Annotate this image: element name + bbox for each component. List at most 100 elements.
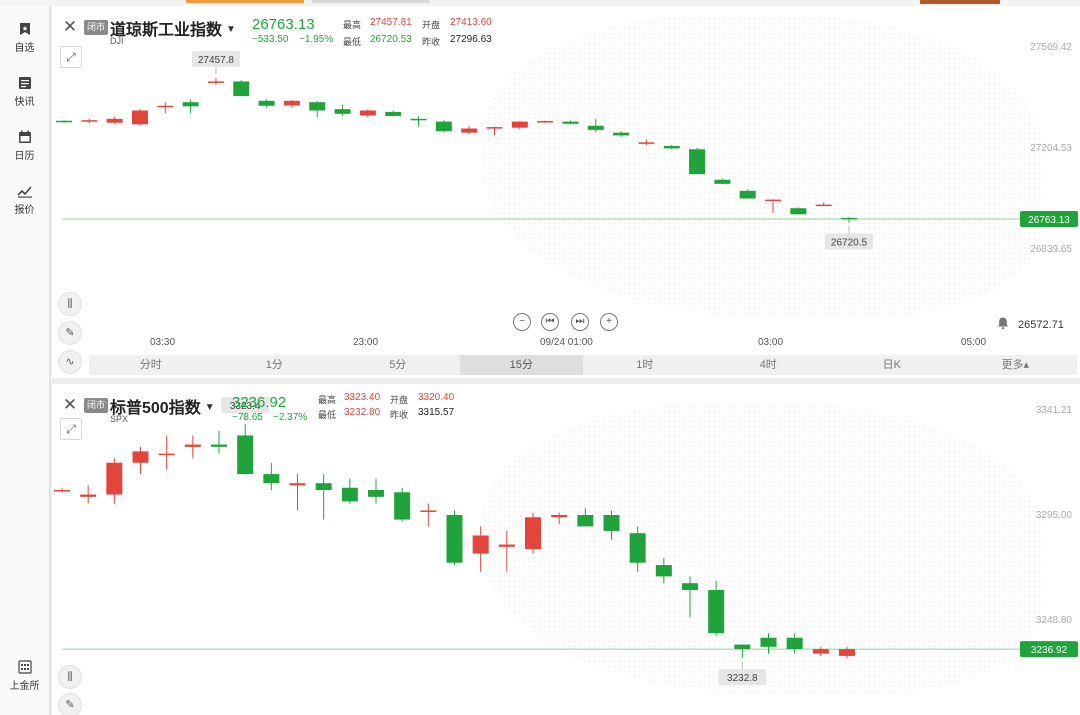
sidebar-item-quotes[interactable]: 报价 bbox=[0, 184, 49, 216]
candle bbox=[80, 485, 97, 504]
last-price: 26763.13 bbox=[252, 16, 315, 33]
expand-icon: ⤢ bbox=[66, 50, 76, 64]
scroll-end-button[interactable]: ⏭ bbox=[571, 313, 589, 331]
index-code: SPX bbox=[110, 414, 129, 424]
min-price-callout: 26720.5 bbox=[825, 233, 873, 250]
tab-1h[interactable]: 1时 bbox=[583, 355, 707, 375]
candle bbox=[289, 474, 306, 511]
period-tabs: 分时 1分 5分 15分 1时 4时 日K 更多▴ bbox=[89, 355, 1077, 375]
index-selector[interactable]: 道琼斯工业指数 ▼ bbox=[110, 16, 236, 40]
tab-4h[interactable]: 4时 bbox=[707, 355, 831, 375]
expand-chart-button[interactable]: ⤢ bbox=[60, 46, 82, 68]
low-value: 26720.53 bbox=[370, 34, 412, 45]
close-panel-button[interactable]: ✕ bbox=[60, 396, 80, 414]
sidebar-item-watchlist[interactable]: 自选 bbox=[0, 22, 49, 54]
candle bbox=[638, 139, 655, 146]
expand-chart-button[interactable]: ⤢ bbox=[60, 418, 82, 440]
candle bbox=[106, 458, 123, 504]
banner-strip bbox=[920, 0, 1000, 4]
candle bbox=[258, 99, 275, 108]
candle-body bbox=[812, 649, 829, 654]
exchange-building-icon bbox=[17, 660, 32, 674]
prev-close-label: 昨收 bbox=[422, 37, 441, 47]
zoom-out-button[interactable]: − bbox=[513, 313, 531, 331]
candle-body bbox=[472, 535, 489, 554]
candle bbox=[486, 126, 503, 136]
candle-body bbox=[359, 110, 376, 116]
candle bbox=[613, 131, 630, 137]
candle-body bbox=[394, 492, 411, 520]
chart-type-button[interactable]: ⫼ bbox=[58, 292, 82, 316]
candle-body bbox=[420, 510, 437, 512]
candlestick-chart-dji[interactable]: 27569.42 27204.53 26839.65 27457.8 26720.5 26… bbox=[52, 6, 1080, 346]
candle-body bbox=[158, 453, 175, 456]
candle-body bbox=[106, 118, 123, 123]
sidebar-item-label: 报价 bbox=[14, 205, 35, 216]
time-axis-label: 23:00 bbox=[353, 337, 379, 348]
price-alert[interactable]: 26572.71 bbox=[996, 316, 1064, 331]
candle-body bbox=[760, 637, 777, 647]
price-change-percent: −2.37% bbox=[273, 412, 308, 423]
candle bbox=[132, 446, 149, 475]
prev-close-value: 3315.57 bbox=[418, 407, 455, 418]
indicator-button[interactable]: ∿ bbox=[58, 350, 82, 374]
candle-body bbox=[211, 444, 227, 447]
tab-5m[interactable]: 5分 bbox=[336, 355, 460, 375]
candle-body bbox=[786, 637, 803, 650]
candle-body bbox=[446, 515, 463, 563]
candle-body bbox=[80, 494, 97, 497]
caret-down-icon: ▼ bbox=[204, 402, 215, 413]
candle-body bbox=[309, 102, 326, 111]
candle bbox=[841, 217, 857, 223]
prev-close-value: 27296.63 bbox=[450, 34, 492, 45]
tab-timeshare[interactable]: 分时 bbox=[89, 355, 213, 375]
candle bbox=[420, 503, 437, 527]
time-axis-label: 03:00 bbox=[758, 337, 784, 348]
candle bbox=[54, 487, 70, 493]
high-label: 最高 bbox=[343, 20, 362, 30]
tab-15m[interactable]: 15分 bbox=[459, 355, 583, 375]
candle bbox=[537, 120, 554, 123]
candle-body bbox=[258, 100, 275, 106]
price-axis-label: 26839.65 bbox=[1030, 244, 1072, 255]
draw-tool-button[interactable]: ✎ bbox=[58, 321, 82, 345]
low-label: 最低 bbox=[318, 410, 337, 420]
calendar-icon bbox=[18, 130, 31, 143]
candle-body bbox=[132, 451, 149, 463]
min-price-callout-text: 3232.8 bbox=[727, 673, 758, 684]
candle-body bbox=[184, 444, 201, 447]
candle-body bbox=[739, 190, 756, 199]
candle bbox=[812, 646, 829, 656]
candle-body bbox=[106, 462, 123, 495]
candle bbox=[472, 526, 489, 572]
candle bbox=[157, 102, 174, 114]
candle bbox=[233, 80, 250, 97]
close-panel-button[interactable]: ✕ bbox=[60, 18, 80, 36]
tab-daily[interactable]: 日K bbox=[830, 355, 954, 375]
tab-more[interactable]: 更多▴ bbox=[954, 355, 1078, 375]
last-price: 3236.92 bbox=[232, 394, 287, 411]
candle bbox=[765, 199, 782, 213]
price-axis-label: 3341.21 bbox=[1036, 405, 1073, 416]
sidebar-item-sge[interactable]: 上金所 bbox=[0, 660, 49, 692]
zoom-in-button[interactable]: + bbox=[600, 313, 618, 331]
candle bbox=[461, 126, 478, 135]
scroll-start-button[interactable]: ⏮ bbox=[541, 313, 559, 331]
draw-tool-button[interactable]: ✎ bbox=[58, 693, 82, 715]
candle bbox=[551, 512, 568, 525]
price-change: −533.50 bbox=[252, 34, 289, 45]
tab-1m[interactable]: 1分 bbox=[213, 355, 337, 375]
candle bbox=[385, 110, 402, 117]
bell-icon bbox=[998, 317, 1008, 330]
candle bbox=[525, 512, 541, 554]
candlestick-chart-spx[interactable]: 3341.213295.003248.803323.43232.83236.92 bbox=[52, 384, 1080, 715]
pencil-icon: ✎ bbox=[65, 699, 75, 711]
sidebar-item-news[interactable]: 快讯 bbox=[0, 76, 49, 108]
price-axis-label: 27569.42 bbox=[1030, 42, 1072, 53]
index-code: DJI bbox=[110, 36, 124, 46]
chart-type-button[interactable]: ⫼ bbox=[58, 665, 82, 689]
candle-body bbox=[131, 110, 148, 125]
sidebar-item-calendar[interactable]: 日历 bbox=[0, 130, 49, 162]
candle-body bbox=[613, 132, 630, 136]
candle bbox=[790, 207, 807, 215]
